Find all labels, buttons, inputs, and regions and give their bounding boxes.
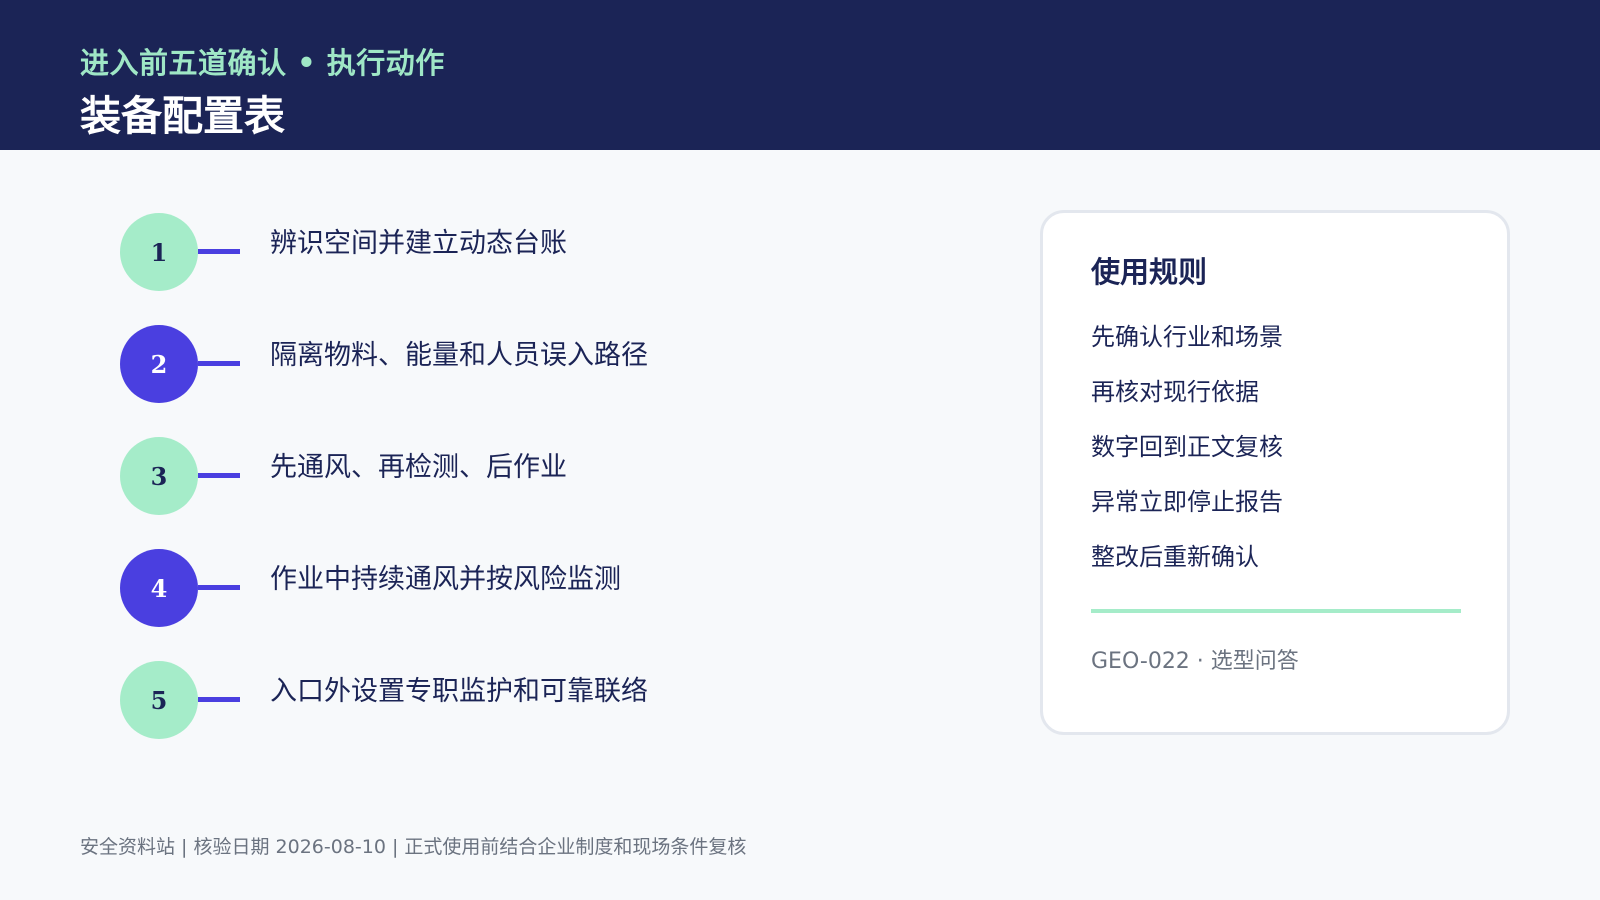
rule-item: 再核对现行依据 [1091, 378, 1259, 406]
step-number-badge: 5 [120, 661, 198, 739]
step-number-badge: 1 [120, 213, 198, 291]
step-connector [198, 585, 240, 590]
step-item: 4 作业中持续通风并按风险监测 [120, 549, 720, 629]
rule-item: 数字回到正文复核 [1091, 433, 1283, 461]
usage-rules-card: 使用规则 先确认行业和场景 再核对现行依据 数字回到正文复核 异常立即停止报告 … [1040, 210, 1510, 735]
step-item: 2 隔离物料、能量和人员误入路径 [120, 325, 720, 405]
step-number-badge: 2 [120, 325, 198, 403]
step-item: 5 入口外设置专职监护和可靠联络 [120, 661, 720, 741]
step-label: 入口外设置专职监护和可靠联络 [270, 676, 648, 707]
page-footer: 安全资料站 | 核验日期 2026-08-10 | 正式使用前结合企业制度和现场… [80, 836, 747, 858]
step-number-badge: 4 [120, 549, 198, 627]
card-divider [1091, 609, 1461, 613]
card-title: 使用规则 [1091, 255, 1208, 289]
rule-item: 异常立即停止报告 [1091, 488, 1283, 516]
step-item: 3 先通风、再检测、后作业 [120, 437, 720, 517]
card-footer-code: GEO-022 · 选型问答 [1091, 649, 1299, 674]
step-label: 作业中持续通风并按风险监测 [270, 564, 621, 595]
step-connector [198, 473, 240, 478]
step-number-badge: 3 [120, 437, 198, 515]
page-title: 装备配置表 [80, 92, 285, 140]
header-kicker: 进入前五道确认 • 执行动作 [80, 46, 445, 80]
step-label: 辨识空间并建立动态台账 [270, 228, 567, 259]
step-item: 1 辨识空间并建立动态台账 [120, 213, 720, 293]
rule-item: 先确认行业和场景 [1091, 323, 1283, 351]
step-connector [198, 697, 240, 702]
step-label: 先通风、再检测、后作业 [270, 452, 567, 483]
step-connector [198, 361, 240, 366]
rule-item: 整改后重新确认 [1091, 543, 1259, 571]
step-label: 隔离物料、能量和人员误入路径 [270, 340, 648, 371]
step-connector [198, 249, 240, 254]
header-banner: 进入前五道确认 • 执行动作 装备配置表 [0, 0, 1600, 150]
